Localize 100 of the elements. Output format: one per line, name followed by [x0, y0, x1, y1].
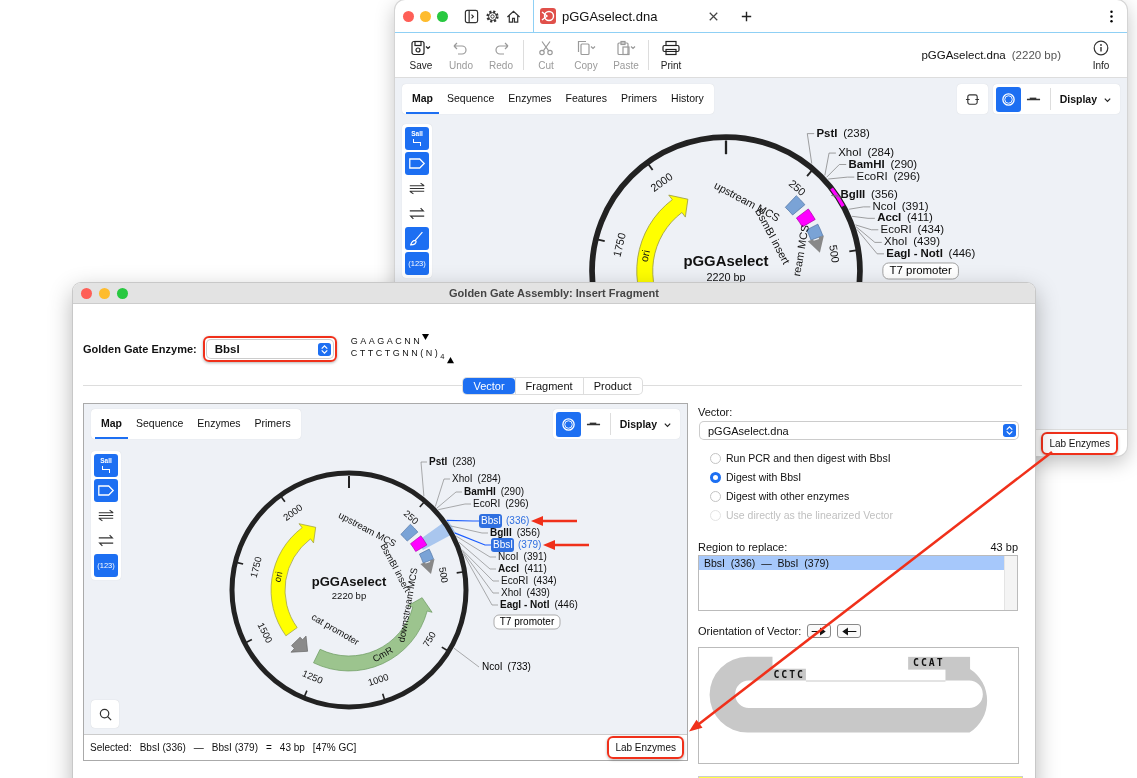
view-tab[interactable]: History: [665, 84, 710, 114]
toolbar-button[interactable]: Print: [651, 39, 691, 71]
site-label[interactable]: EagI - NotI (446): [886, 246, 976, 259]
circular-view-button[interactable]: [995, 86, 1021, 112]
scale-tick: [806, 170, 813, 177]
save-icon: [410, 39, 432, 56]
site-label[interactable]: EcoRI (296): [856, 170, 921, 183]
site-label[interactable]: EcoRI (296): [473, 497, 529, 509]
swap-arrows-icon: [97, 533, 115, 548]
feature-tool-button[interactable]: [405, 152, 429, 175]
circle-icon: [1000, 91, 1016, 107]
stepper-icon: [1003, 424, 1016, 437]
site-label[interactable]: NcoI (733): [482, 660, 531, 672]
site-label[interactable]: BglII (356): [840, 188, 898, 201]
reverse-button[interactable]: [837, 624, 862, 638]
scale-tick: [381, 692, 386, 701]
toolbar-button[interactable]: Save: [401, 39, 441, 71]
region-length: 43 bp: [990, 541, 1018, 553]
feature-tool-button[interactable]: [94, 479, 118, 502]
method-option[interactable]: Run PCR and then digest with BbsI: [710, 451, 1022, 465]
site-label[interactable]: BamHI (290): [848, 157, 918, 170]
site-label[interactable]: BglII (356): [490, 526, 541, 538]
info-button[interactable]: Info: [1083, 39, 1119, 71]
search-button[interactable]: [91, 700, 119, 728]
site-label[interactable]: XhoI (284): [452, 472, 501, 484]
close-button[interactable]: [403, 10, 414, 22]
radio-button[interactable]: [710, 471, 721, 483]
site-sequence: GAAGACNN: [350, 334, 423, 347]
site-label[interactable]: PstI (238): [429, 455, 476, 467]
enzyme-select[interactable]: BbsI: [206, 340, 333, 358]
step-tab[interactable]: Fragment: [514, 378, 583, 394]
plasmid-length: 2220 bp: [706, 271, 746, 284]
scale-tick: [455, 571, 464, 574]
status-text: Selected:: [90, 742, 132, 753]
view-tab[interactable]: Map: [95, 409, 128, 439]
region-row[interactable]: BbsI (336) — BbsI (379): [699, 556, 1004, 570]
display-menu[interactable]: Display: [614, 418, 677, 430]
method-option[interactable]: Digest with other enzymes: [710, 489, 1022, 503]
overhang-sequence: CCAT: [913, 656, 945, 668]
display-menu[interactable]: Display: [1054, 93, 1117, 105]
site-label[interactable]: BamHI (290): [464, 485, 525, 497]
home-icon[interactable]: [506, 8, 521, 24]
site-label[interactable]: XhoI (439): [501, 586, 550, 598]
view-tab[interactable]: Enzymes: [502, 84, 558, 114]
view-tab[interactable]: Primers: [248, 409, 297, 439]
circular-view-button[interactable]: [555, 411, 581, 437]
method-option[interactable]: Digest with BbsI: [710, 470, 1022, 484]
site-label[interactable]: EcoRI (434): [880, 222, 945, 235]
site-label[interactable]: EagI - NotI (446): [500, 598, 578, 610]
stepper-icon: [317, 342, 331, 356]
file-name: pGGAselect.dna: [921, 49, 1006, 61]
site-label[interactable]: XhoI (439): [884, 235, 940, 248]
feature-arrow: [420, 558, 435, 575]
scale-tick: [647, 163, 654, 171]
lab-enzymes-button[interactable]: Lab Enzymes: [611, 740, 680, 755]
search-icon: [97, 706, 113, 722]
feature-label: ori: [271, 570, 285, 584]
sidebar-icon[interactable]: [464, 8, 479, 24]
feature-label: ori: [637, 248, 652, 264]
lines-arrows-icon: [97, 508, 115, 523]
sequence-view-icon: [964, 91, 980, 107]
cut-mark-icon: [446, 356, 454, 364]
site-label[interactable]: BbsI (379): [491, 538, 542, 552]
radio-button[interactable]: [710, 490, 721, 502]
tag-arrow-icon: [97, 483, 115, 498]
view-tab[interactable]: Features: [559, 84, 613, 114]
site-label[interactable]: PstI (238): [816, 126, 870, 139]
site-label[interactable]: NcoI (391): [872, 199, 929, 212]
window-title: Golden Gate Assembly: Insert Fragment: [448, 287, 660, 299]
status-text: BbsI (379): [211, 742, 258, 753]
tick-label: 1750: [610, 231, 628, 258]
site-label[interactable]: NcoI (391): [498, 550, 547, 562]
step-tab[interactable]: Product: [582, 378, 642, 394]
view-tab[interactable]: Sequence: [130, 409, 190, 439]
radio-button[interactable]: [710, 452, 721, 464]
site-label[interactable]: EcoRI (434): [501, 574, 557, 586]
vector-select[interactable]: pGGAselect.dna: [700, 422, 1018, 439]
leader-line: [851, 215, 876, 219]
site-label[interactable]: AccI (411): [498, 562, 547, 574]
promoter-arrow: [290, 635, 308, 653]
lab-enzymes-button[interactable]: Lab Enzymes: [1045, 435, 1114, 451]
site-label[interactable]: AccI (411): [877, 211, 933, 224]
step-tab[interactable]: Vector: [463, 378, 515, 394]
site-label[interactable]: XhoI (284): [838, 146, 895, 159]
view-tab[interactable]: Enzymes: [191, 409, 247, 439]
leader-line: [848, 206, 871, 210]
site-label[interactable]: BbsI (336): [479, 514, 530, 528]
view-tab[interactable]: Map: [406, 84, 439, 114]
settings-icon[interactable]: [485, 8, 500, 24]
scale-tick: [245, 638, 253, 643]
brush-tool-button[interactable]: [405, 227, 429, 250]
brush-icon: [408, 231, 426, 246]
scrollbar[interactable]: [1004, 556, 1017, 610]
tick-label: 500: [437, 566, 451, 584]
document-tab[interactable]: pGGAselect.dna: [533, 0, 700, 32]
lines-arrows-icon: [408, 181, 426, 196]
tick-label: 1500: [255, 620, 275, 645]
leader-line: [453, 647, 480, 668]
view-tab[interactable]: Primers: [614, 84, 664, 114]
view-tab[interactable]: Sequence: [441, 84, 501, 114]
